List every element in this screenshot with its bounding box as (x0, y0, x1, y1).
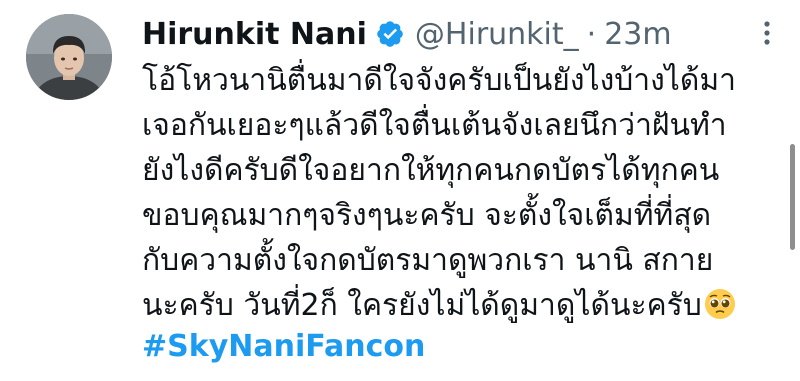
hashtag-link[interactable]: #SkyNaniFancon (142, 324, 425, 369)
user-handle[interactable]: @Hirunkit_ (415, 17, 579, 52)
timestamp[interactable]: 23m (604, 17, 671, 52)
pleading-face-emoji-icon (704, 288, 736, 320)
tweet-text: โอ้โหวนานิตื่นมาดีใจจังครับเป็นยังไงบ้าง… (142, 58, 782, 328)
verified-badge-icon (375, 19, 405, 49)
tweet[interactable]: Hirunkit Nani @Hirunkit_ · 23m โอ้โหวนาน… (0, 0, 800, 381)
tweet-text-line-content: นะครับ วันที่2ก็ ใครยังไม่ได้ดูมาดูได้นะ… (142, 288, 702, 323)
separator-dot: · (586, 16, 597, 52)
tweet-text-line-last: นะครับ วันที่2ก็ ใครยังไม่ได้ดูมาดูได้นะ… (142, 283, 782, 328)
tweet-text-line: เจอกันเยอะๆแล้วดีใจตื่นเต้นจังเลยนึกว่าฝ… (142, 108, 727, 143)
display-name[interactable]: Hirunkit Nani (142, 17, 367, 52)
more-options-icon[interactable] (752, 18, 782, 48)
tweet-text-line: ขอบคุณมากๆจริงๆนะครับ จะตั้งใจเต็มที่ที่… (142, 198, 712, 233)
tweet-text-line: ยังไงดีครับดีใจอยากให้ทุกคนกดบัตรได้ทุกค… (142, 153, 720, 188)
avatar[interactable] (26, 14, 112, 100)
profile-avatar-icon (26, 14, 112, 100)
tweet-header: Hirunkit Nani @Hirunkit_ · 23m (142, 12, 672, 56)
tweet-text-line: กับความตั้งใจกดบัตรมาดูพวกเรา นานิ สกาย (142, 243, 714, 278)
scrollbar-thumb[interactable] (790, 144, 795, 250)
tweet-text-line: โอ้โหวนานิตื่นมาดีใจจังครับเป็นยังไงบ้าง… (142, 63, 736, 98)
